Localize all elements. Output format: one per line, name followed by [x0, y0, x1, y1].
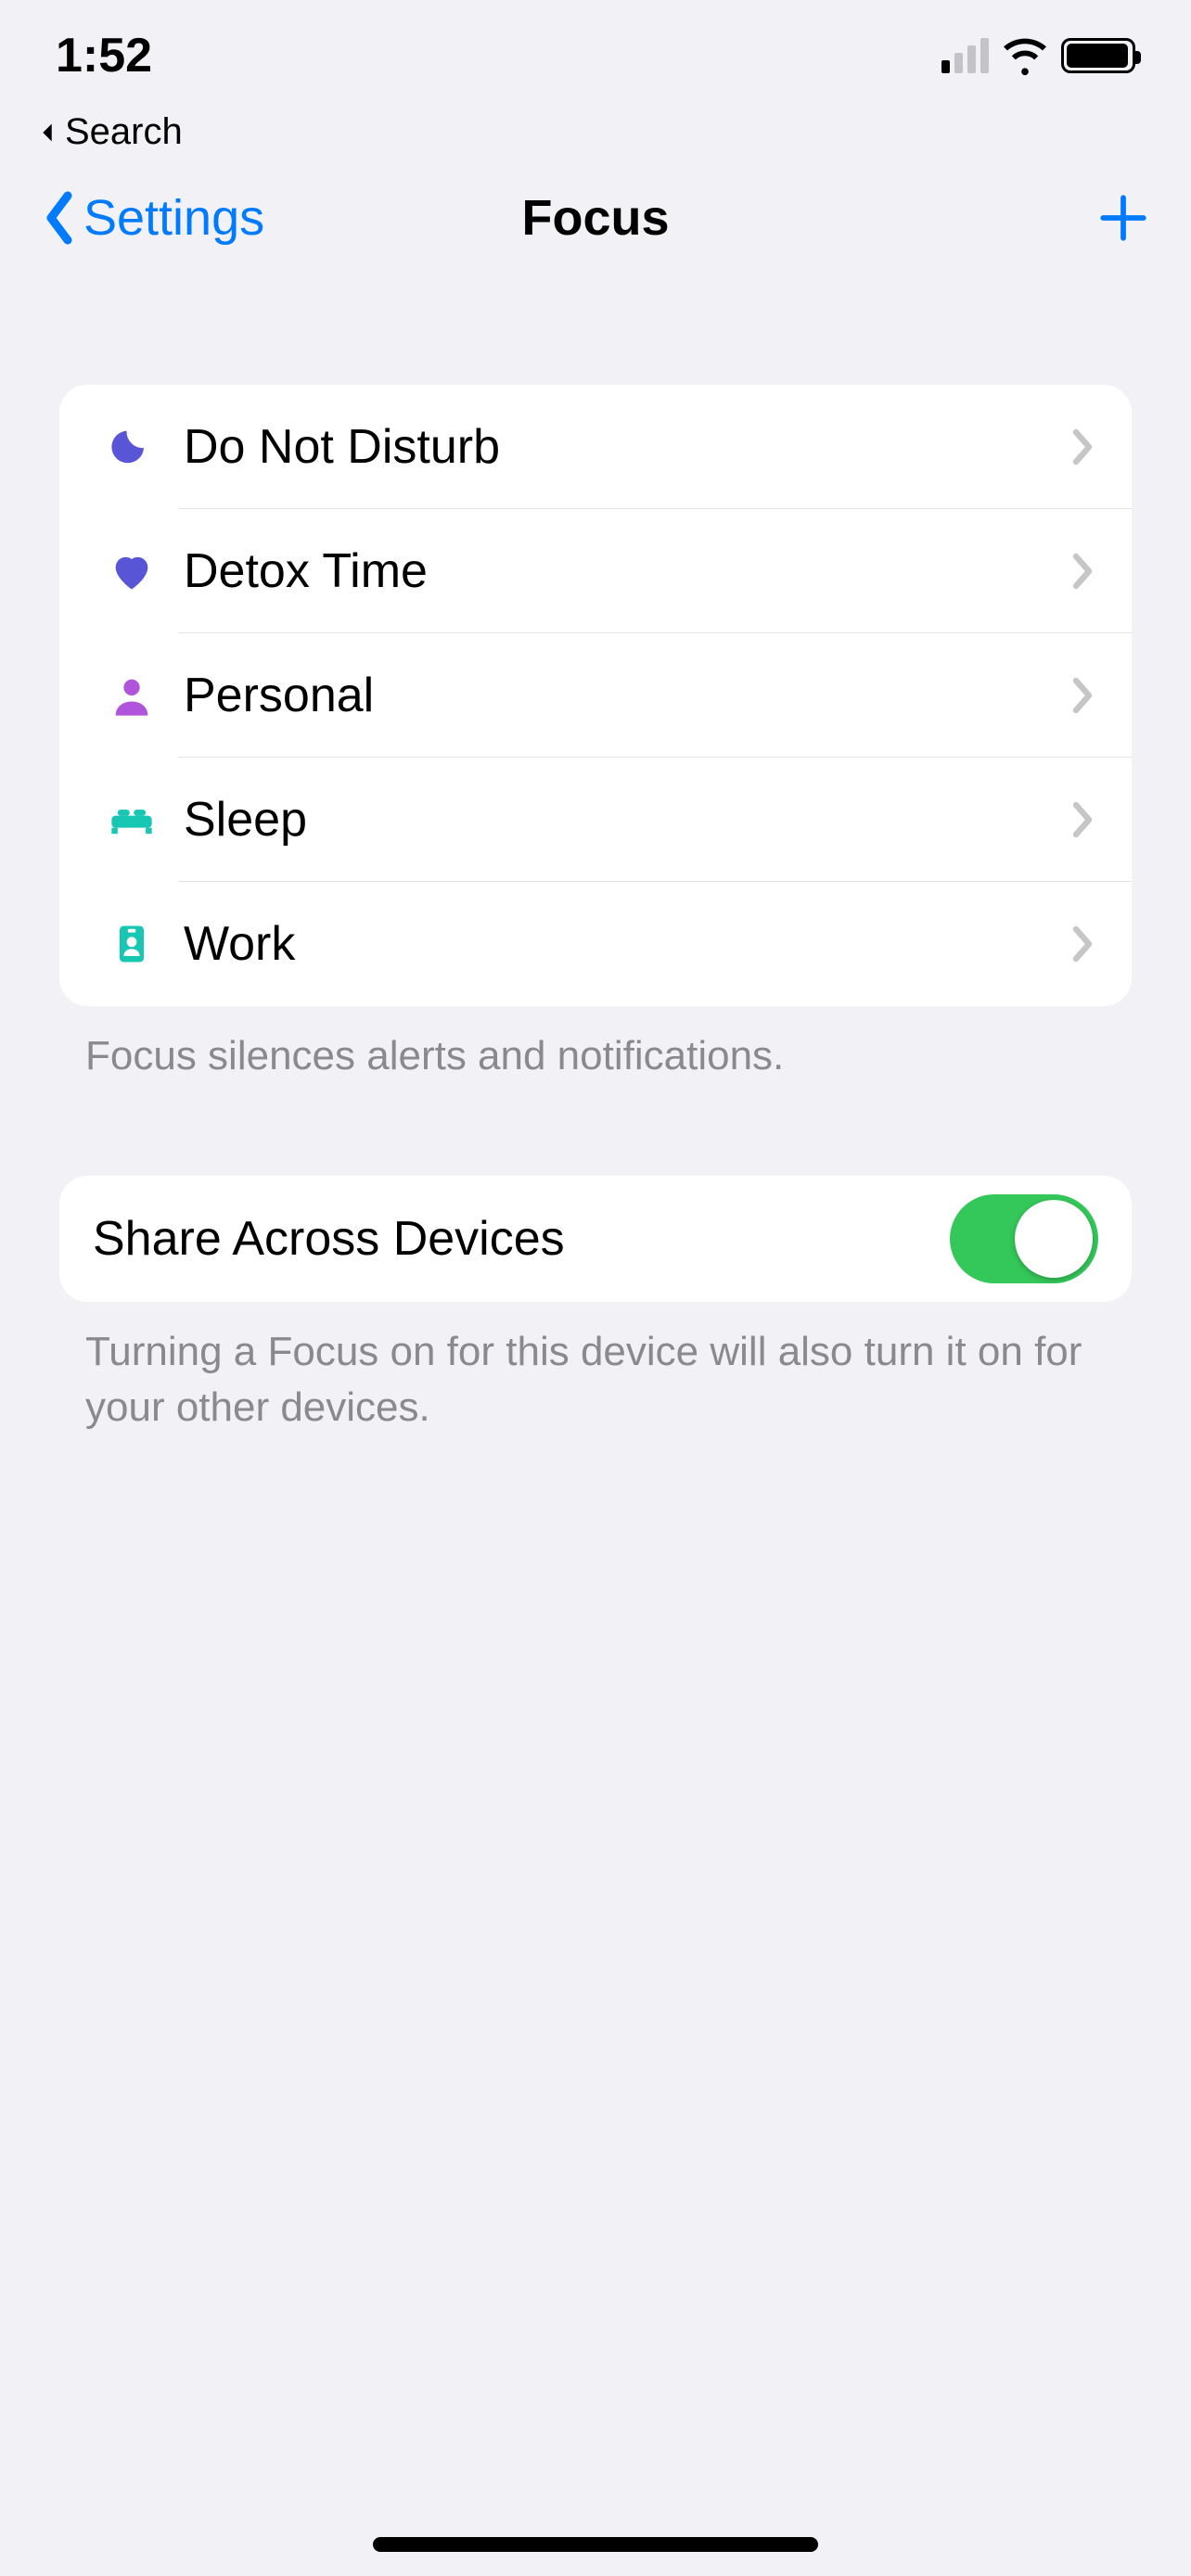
back-triangle-icon: [37, 122, 58, 143]
bed-icon: [85, 796, 178, 844]
badge-icon: [85, 920, 178, 968]
share-footer: Turning a Focus on for this device will …: [59, 1302, 1132, 1435]
add-focus-button[interactable]: [1096, 191, 1150, 245]
share-toggle[interactable]: [950, 1194, 1098, 1283]
navbar: Settings Focus: [0, 153, 1191, 283]
focus-row-label: Personal: [178, 668, 1070, 723]
focus-row-label: Do Not Disturb: [178, 419, 1070, 475]
home-indicator[interactable]: [373, 2537, 818, 2552]
back-button[interactable]: Settings: [41, 189, 264, 247]
focus-row-label: Detox Time: [178, 543, 1070, 599]
clock: 1:52: [56, 28, 152, 83]
chevron-left-icon: [41, 190, 78, 246]
focus-row-work[interactable]: Work: [59, 882, 1132, 1006]
share-label: Share Across Devices: [93, 1211, 565, 1267]
focus-row-do-not-disturb[interactable]: Do Not Disturb: [59, 385, 1132, 509]
focus-row-detox-time[interactable]: Detox Time: [59, 509, 1132, 633]
status-left: 1:52: [56, 28, 161, 83]
status-right: [941, 34, 1135, 77]
heart-icon: [85, 547, 178, 595]
focus-row-personal[interactable]: Personal: [59, 633, 1132, 758]
focus-row-label: Sleep: [178, 792, 1070, 848]
share-across-devices-row[interactable]: Share Across Devices: [59, 1176, 1132, 1302]
battery-icon: [1061, 38, 1135, 73]
chevron-right-icon: [1070, 676, 1095, 715]
status-bar: 1:52: [0, 0, 1191, 111]
chevron-right-icon: [1070, 925, 1095, 963]
focus-row-label: Work: [178, 916, 1070, 972]
cellular-icon: [941, 38, 989, 73]
chevron-right-icon: [1070, 552, 1095, 591]
share-card: Share Across Devices: [59, 1176, 1132, 1302]
moon-icon: [85, 423, 178, 471]
breadcrumb-label: Search: [65, 111, 183, 153]
focus-list-footer: Focus silences alerts and notifications.: [59, 1006, 1132, 1083]
plus-icon: [1096, 191, 1150, 245]
breadcrumb-back[interactable]: Search: [0, 111, 1191, 153]
focus-list: Do Not Disturb Detox Time Personal Sleep Wor…: [59, 385, 1132, 1006]
wifi-icon: [1004, 34, 1046, 77]
person-icon: [85, 671, 178, 720]
back-label: Settings: [83, 189, 264, 247]
focus-row-sleep[interactable]: Sleep: [59, 758, 1132, 882]
chevron-right-icon: [1070, 427, 1095, 466]
chevron-right-icon: [1070, 800, 1095, 839]
